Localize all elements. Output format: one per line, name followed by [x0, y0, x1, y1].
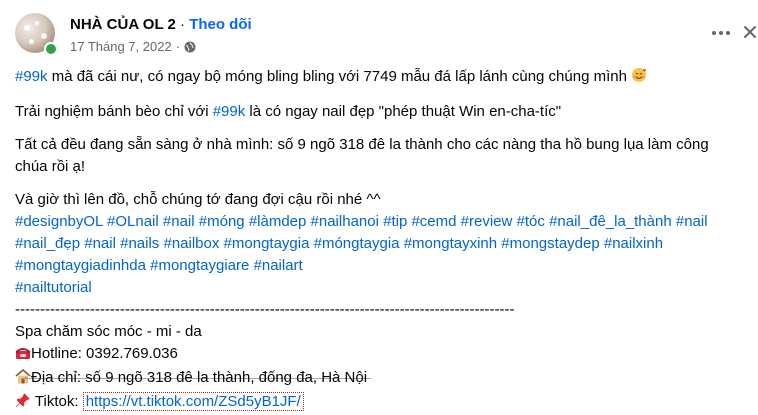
- hashtag-link[interactable]: #nailhanoi: [311, 213, 379, 230]
- close-icon[interactable]: [742, 22, 758, 42]
- hashtag-link[interactable]: #mongtaygiare: [150, 257, 249, 274]
- follow-button[interactable]: Theo dõi: [189, 16, 252, 33]
- post-date[interactable]: 17 Tháng 7, 2022: [70, 39, 172, 54]
- hashtag-link[interactable]: #mongtaygia: [224, 235, 310, 252]
- more-horizontal-icon[interactable]: [712, 26, 736, 40]
- hashtag-link[interactable]: #mongtaygiadinhda: [15, 257, 146, 274]
- hashtag-link[interactable]: #nail_đẹp: [15, 235, 80, 252]
- header-separator: ·: [180, 16, 186, 33]
- tiktok-line: Tiktok: https://vt.tiktok.com/ZSd5yB1JF/: [15, 391, 755, 415]
- hashtag-link[interactable]: #tóc: [517, 213, 545, 230]
- hashtag-link[interactable]: #móngtaygia: [314, 235, 400, 252]
- page-name-link[interactable]: NHÀ CỦA OL 2: [70, 16, 176, 33]
- hashtag-link[interactable]: #nail: [84, 235, 116, 252]
- paragraph-text: là có ngay nail đẹp "phép thuật Win en-c…: [245, 103, 562, 120]
- hashtag-link[interactable]: #làmdep: [249, 213, 307, 230]
- globe-icon[interactable]: [184, 41, 196, 53]
- hashtag-link[interactable]: #nail: [676, 213, 708, 230]
- hashtag-row-3: #mongtaygiadinhda #mongtaygiare #nailart: [15, 255, 755, 277]
- hashtag-link[interactable]: #review: [461, 213, 513, 230]
- paragraph-3: Tất cả đều đang sẵn sàng ở nhà mình: số …: [15, 136, 709, 175]
- hashtag-link[interactable]: #tip: [383, 213, 407, 230]
- hashtag-row-2: #nail_đẹp #nail #nails #nailbox #mongtay…: [15, 233, 755, 255]
- address-line: Địa chỉ: số 9 ngõ 318 đê la thành, đống …: [15, 367, 755, 391]
- pushpin-icon: [15, 392, 31, 415]
- address-text: Địa chỉ: số 9 ngõ 318 đê la thành, đống …: [26, 367, 372, 389]
- smiling-face-with-hearts-icon: [631, 67, 647, 90]
- hashtag-link[interactable]: #nailxinh: [604, 235, 663, 252]
- hashtag-link[interactable]: #nail_đê_la_thành: [549, 213, 672, 230]
- hashtag-link[interactable]: #nails: [120, 235, 159, 252]
- post-meta: 17 Tháng 7, 2022 ·: [70, 39, 196, 54]
- hotline-line: Hotline: 0392.769.036: [15, 343, 755, 367]
- post-header: NHÀ CỦA OL 2 · Theo dõi: [70, 16, 252, 33]
- online-status-dot: [44, 42, 58, 56]
- hashtag-link[interactable]: #cemd: [411, 213, 456, 230]
- hotline-text: Hotline: 0392.769.036: [31, 345, 178, 362]
- paragraph-text: Và giờ thì lên đồ, chỗ chúng tớ đang đợi…: [15, 191, 381, 208]
- hashtag-link[interactable]: #nailart: [254, 257, 303, 274]
- hashtag-link[interactable]: #nailbox: [163, 235, 219, 252]
- hashtag-link[interactable]: #OLnail: [107, 213, 159, 230]
- hashtag-link[interactable]: #mongstaydep: [501, 235, 599, 252]
- hashtag-row-4: #nailtutorial: [15, 277, 755, 299]
- hashtag-row-1: #designbyOL #OLnail #nail #móng #làmdep …: [15, 211, 755, 233]
- paragraph-2: Trải nghiệm bánh bèo chỉ với #99k là có …: [15, 101, 755, 123]
- paragraph-text: mà đã cái nư, có ngay bộ móng bling blin…: [47, 68, 632, 85]
- paragraph-1: #99k mà đã cái nư, có ngay bộ móng bling…: [15, 66, 755, 90]
- hashtag-link[interactable]: #99k: [15, 68, 48, 85]
- paragraph-4: Và giờ thì lên đồ, chỗ chúng tớ đang đợi…: [15, 189, 755, 415]
- spa-line: Spa chăm sóc móc - mi - da: [15, 323, 202, 340]
- hashtag-link[interactable]: #móng: [199, 213, 245, 230]
- hashtag-link[interactable]: #nailtutorial: [15, 279, 92, 296]
- post-body: #99k mà đã cái nư, có ngay bộ móng bling…: [15, 66, 755, 415]
- divider-line: ----------------------------------------…: [15, 301, 515, 318]
- hashtag-link[interactable]: #mongtayxinh: [404, 235, 497, 252]
- hashtag-link[interactable]: #designbyOL: [15, 213, 103, 230]
- house-icon: [15, 368, 31, 391]
- hashtag-link[interactable]: #nail: [163, 213, 195, 230]
- telephone-icon: [15, 345, 31, 367]
- paragraph-text: Trải nghiệm bánh bèo chỉ với: [15, 103, 213, 120]
- facebook-post: NHÀ CỦA OL 2 · Theo dõi 17 Tháng 7, 2022…: [0, 0, 758, 411]
- date-separator: ·: [175, 39, 181, 54]
- hashtag-link[interactable]: #99k: [213, 103, 246, 120]
